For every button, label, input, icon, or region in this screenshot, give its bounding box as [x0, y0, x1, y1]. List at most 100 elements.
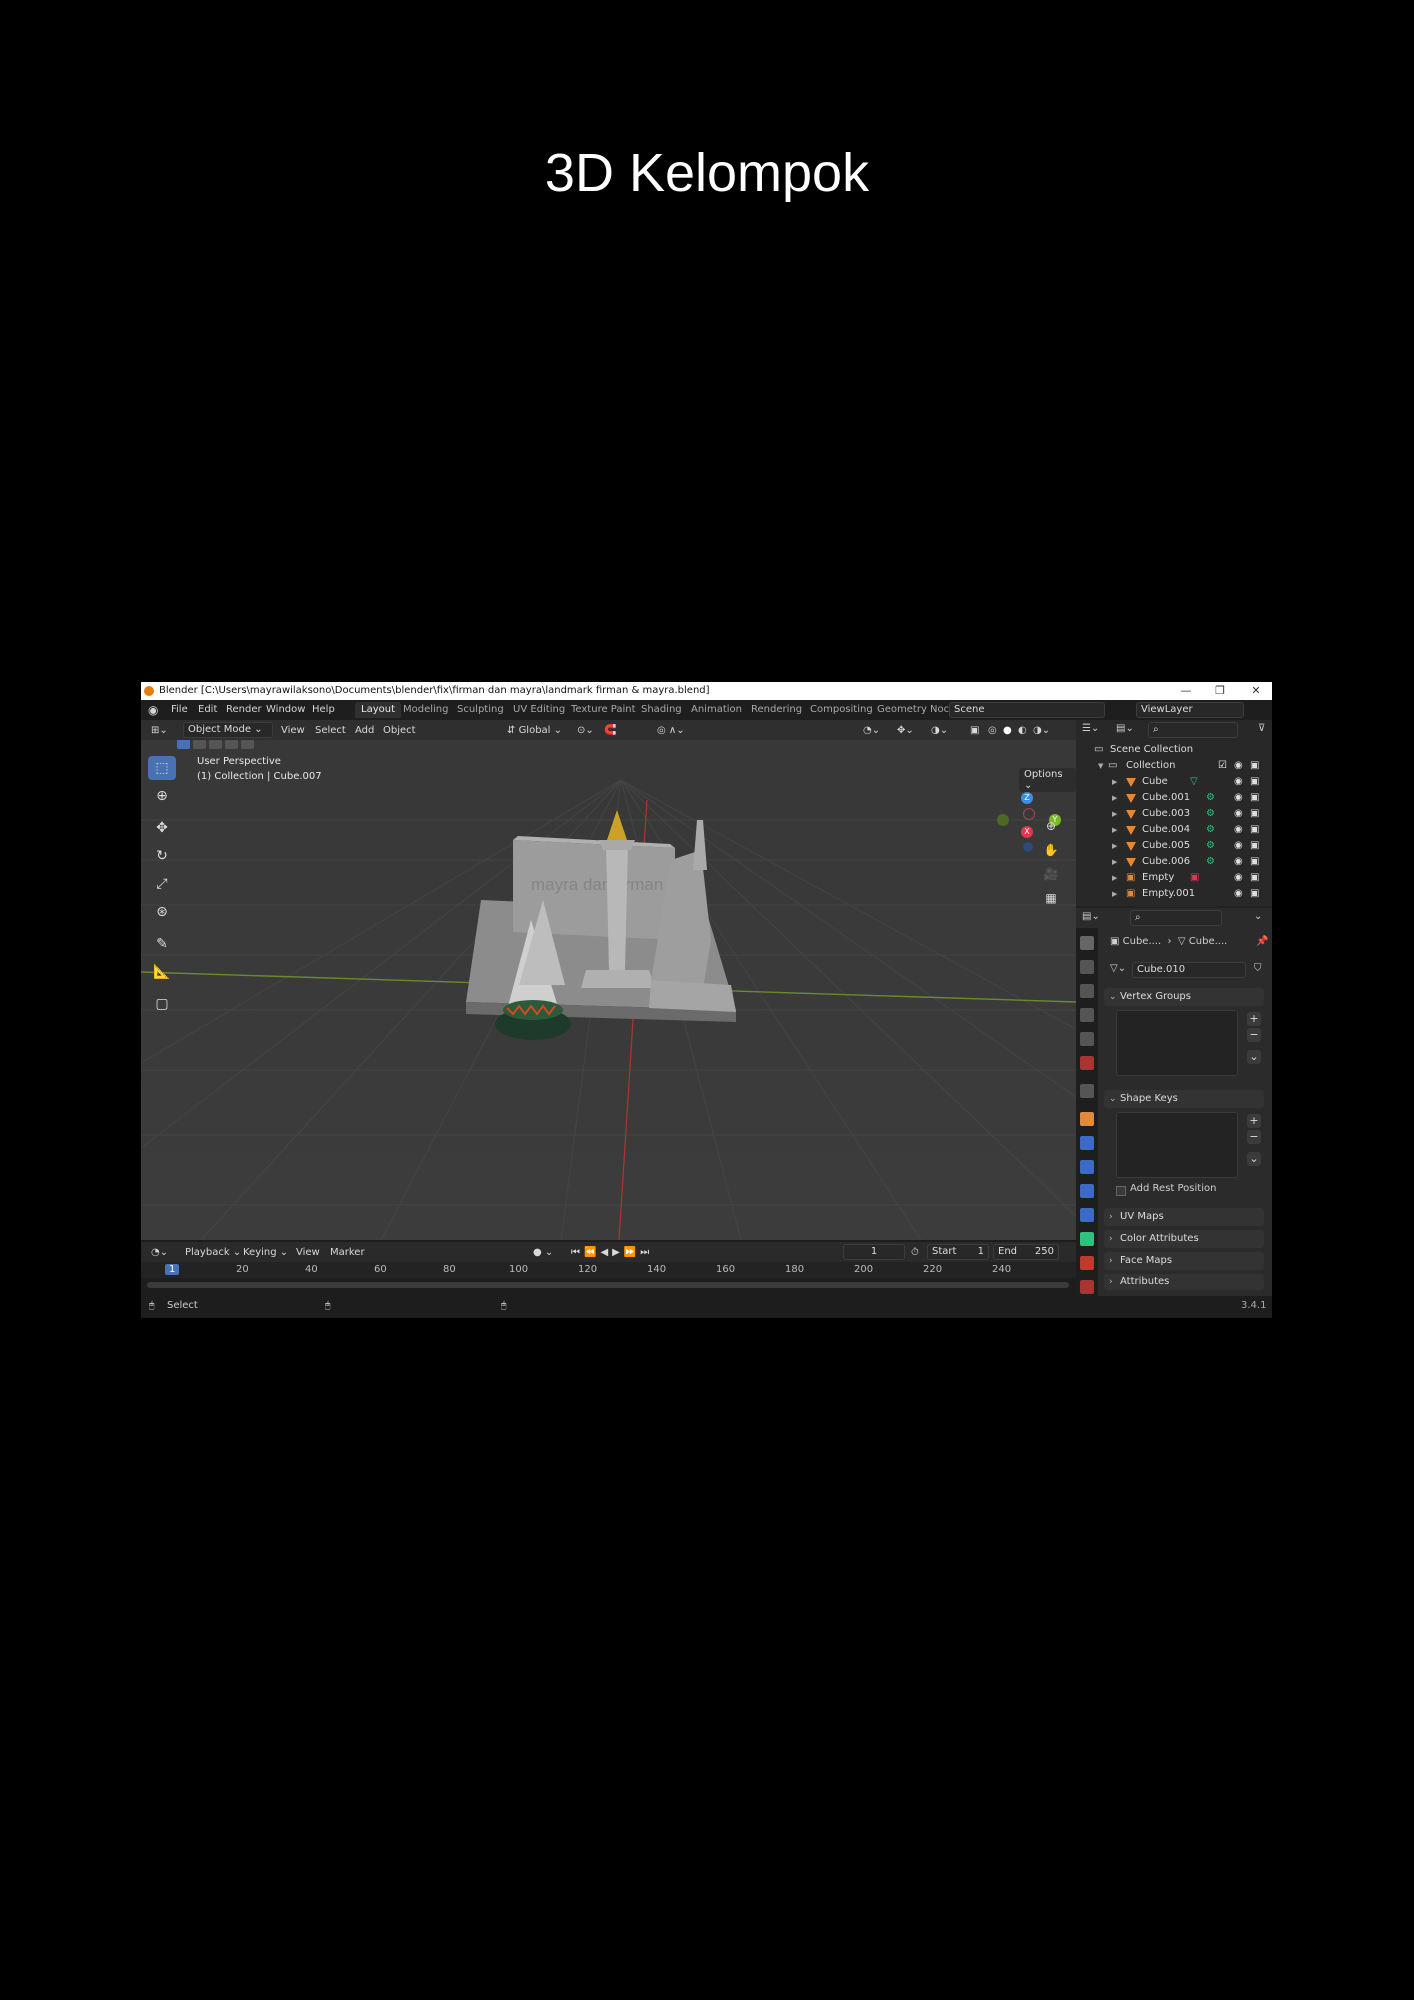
xray-icon[interactable]: ▣: [970, 724, 979, 738]
snap-icon[interactable]: 🧲: [604, 724, 616, 738]
timeline-scrollbar[interactable]: [147, 1282, 1069, 1288]
outliner-item[interactable]: ▶ Cube.004 ⚙ ◉ ▣: [1076, 822, 1272, 838]
select-subtract-icon[interactable]: [209, 740, 222, 749]
remove-vertex-group-button[interactable]: −: [1247, 1028, 1261, 1042]
render-camera-icon[interactable]: ▣: [1250, 758, 1259, 774]
vertex-groups-panel[interactable]: ⌄ Vertex Groups: [1104, 988, 1264, 1006]
gizmo-neg-z-axis[interactable]: [1023, 842, 1033, 852]
outliner-item[interactable]: ▶ Cube.003 ⚙ ◉ ▣: [1076, 806, 1272, 822]
scene-selector[interactable]: Scene: [949, 702, 1105, 718]
render-camera-icon[interactable]: ▣: [1250, 822, 1259, 838]
blender-menu-icon[interactable]: ◉: [148, 703, 158, 717]
viewport-menu-select[interactable]: Select: [315, 724, 346, 738]
auto-keying-icon[interactable]: ● ⌄: [533, 1246, 553, 1260]
outliner-item[interactable]: ▶ ▣ Empty ▣ ◉ ▣: [1076, 870, 1272, 886]
collection-checkbox[interactable]: ☑: [1218, 758, 1227, 774]
orientation-dropdown[interactable]: ⇵ Global ⌄: [507, 724, 562, 738]
expand-arrow-icon[interactable]: ▶: [1112, 886, 1117, 902]
vertex-groups-list[interactable]: [1116, 1010, 1238, 1076]
outliner-item[interactable]: ▶ Cube.006 ⚙ ◉ ▣: [1076, 854, 1272, 870]
pivot-icon[interactable]: ⊙⌄: [577, 724, 594, 738]
playback-controls[interactable]: ⏮⏪◀▶⏩⏭: [571, 1246, 653, 1260]
tab-physics-icon[interactable]: [1080, 1184, 1094, 1198]
proportional-edit-icon[interactable]: ◎ ∧⌄: [657, 724, 685, 738]
options-dropdown[interactable]: Options ⌄: [1019, 768, 1076, 792]
close-button[interactable]: ✕: [1241, 682, 1271, 700]
outliner-scene-collection[interactable]: ▭ Scene Collection: [1076, 742, 1272, 758]
shape-key-specials-button[interactable]: ⌄: [1247, 1152, 1261, 1166]
visibility-eye-icon[interactable]: ◉: [1234, 838, 1243, 854]
3d-viewport[interactable]: mayra dan firman User Perspective (1) Co…: [141, 740, 1076, 1240]
expand-arrow-icon[interactable]: ▶: [1112, 790, 1117, 806]
object-mode-dropdown[interactable]: Object Mode ⌄: [183, 722, 273, 738]
tab-layout[interactable]: Layout: [355, 702, 401, 718]
rendered-shading-icon[interactable]: ◑⌄: [1033, 724, 1050, 738]
maximize-button[interactable]: ❐: [1205, 682, 1235, 700]
tab-output-icon[interactable]: [1080, 984, 1094, 998]
visibility-eye-icon[interactable]: ◉: [1234, 790, 1243, 806]
tab-shading[interactable]: Shading: [635, 702, 688, 718]
playhead-frame[interactable]: 1: [165, 1264, 180, 1275]
breadcrumb-object[interactable]: Cube....: [1123, 936, 1162, 947]
menu-window[interactable]: Window: [266, 703, 305, 717]
annotate-tool[interactable]: ✎: [148, 932, 176, 956]
outliner-item[interactable]: ▶ Cube ▽ ◉ ▣: [1076, 774, 1272, 790]
timeline-menu-playback[interactable]: Playback ⌄: [185, 1246, 241, 1260]
tab-modeling[interactable]: Modeling: [397, 702, 455, 718]
select-new-icon[interactable]: [177, 740, 190, 749]
minimize-button[interactable]: —: [1171, 682, 1201, 700]
navigation-gizmo[interactable]: Z X Y: [997, 790, 1076, 860]
editor-type-icon[interactable]: ⊞⌄: [151, 724, 168, 738]
material-shading-icon[interactable]: ◐: [1018, 724, 1027, 738]
tab-texture-icon[interactable]: [1080, 1280, 1094, 1294]
visibility-eye-icon[interactable]: ◉: [1234, 774, 1243, 790]
tab-uv-editing[interactable]: UV Editing: [507, 702, 571, 718]
tab-modifiers-icon[interactable]: [1080, 1136, 1094, 1150]
pin-icon[interactable]: 📌: [1256, 936, 1268, 947]
shape-keys-panel[interactable]: ⌄ Shape Keys: [1104, 1090, 1264, 1108]
transform-tool[interactable]: ⊛: [148, 900, 176, 924]
select-extend-icon[interactable]: [193, 740, 206, 749]
visibility-eye-icon[interactable]: ◉: [1234, 870, 1243, 886]
view-layer-selector[interactable]: ViewLayer: [1136, 702, 1244, 718]
perspective-toggle-icon[interactable]: ▦: [1041, 888, 1061, 908]
gizmo-z-axis[interactable]: Z: [1021, 792, 1033, 804]
tab-rendering[interactable]: Rendering: [745, 702, 808, 718]
gizmo-x-axis[interactable]: X: [1021, 826, 1033, 838]
end-frame-field[interactable]: End 250: [993, 1244, 1059, 1260]
select-invert-icon[interactable]: [225, 740, 238, 749]
render-camera-icon[interactable]: ▣: [1250, 806, 1259, 822]
viewport-menu-view[interactable]: View: [281, 724, 305, 738]
outliner-search-input[interactable]: ⌕: [1148, 722, 1238, 738]
add-cube-tool[interactable]: ▢: [148, 992, 176, 1016]
vertex-group-specials-button[interactable]: ⌄: [1247, 1050, 1261, 1064]
shape-keys-list[interactable]: [1116, 1112, 1238, 1178]
expand-arrow-icon[interactable]: ▶: [1112, 838, 1117, 854]
timeline-editor-icon[interactable]: ◔⌄: [151, 1246, 168, 1260]
rotate-tool[interactable]: ↻: [148, 844, 176, 868]
zoom-icon[interactable]: ⊕: [1041, 816, 1061, 836]
tab-geometry-nodes[interactable]: Geometry Noc: [871, 702, 955, 718]
visibility-eye-icon[interactable]: ◉: [1234, 886, 1243, 902]
properties-search-input[interactable]: ⌕: [1130, 910, 1222, 926]
add-rest-position-checkbox[interactable]: [1116, 1186, 1126, 1196]
add-shape-key-button[interactable]: +: [1247, 1114, 1261, 1128]
properties-options-icon[interactable]: ⌄: [1254, 911, 1262, 922]
expand-arrow-icon[interactable]: ▶: [1112, 806, 1117, 822]
move-tool[interactable]: ✥: [148, 816, 176, 840]
start-frame-field[interactable]: Start 1: [927, 1244, 989, 1260]
gizmo-neg-x-axis[interactable]: [1023, 808, 1035, 820]
mesh-name-field[interactable]: Cube.010: [1132, 962, 1246, 978]
color-attributes-panel[interactable]: › Color Attributes: [1104, 1230, 1264, 1248]
tab-constraints-icon[interactable]: [1080, 1208, 1094, 1222]
render-camera-icon[interactable]: ▣: [1250, 886, 1259, 902]
tab-particles-icon[interactable]: [1080, 1160, 1094, 1174]
timeline-ruler[interactable]: 1 20 40 60 80 100 120 140 160 180 200 22…: [141, 1262, 1076, 1278]
viewport-menu-add[interactable]: Add: [355, 724, 374, 738]
mesh-browse-icon[interactable]: ▽⌄: [1110, 963, 1126, 974]
tab-scene-icon[interactable]: [1080, 1032, 1094, 1046]
tab-compositing[interactable]: Compositing: [804, 702, 879, 718]
expand-arrow-icon[interactable]: ▶: [1112, 870, 1117, 886]
menu-file[interactable]: File: [171, 703, 188, 717]
render-camera-icon[interactable]: ▣: [1250, 774, 1259, 790]
